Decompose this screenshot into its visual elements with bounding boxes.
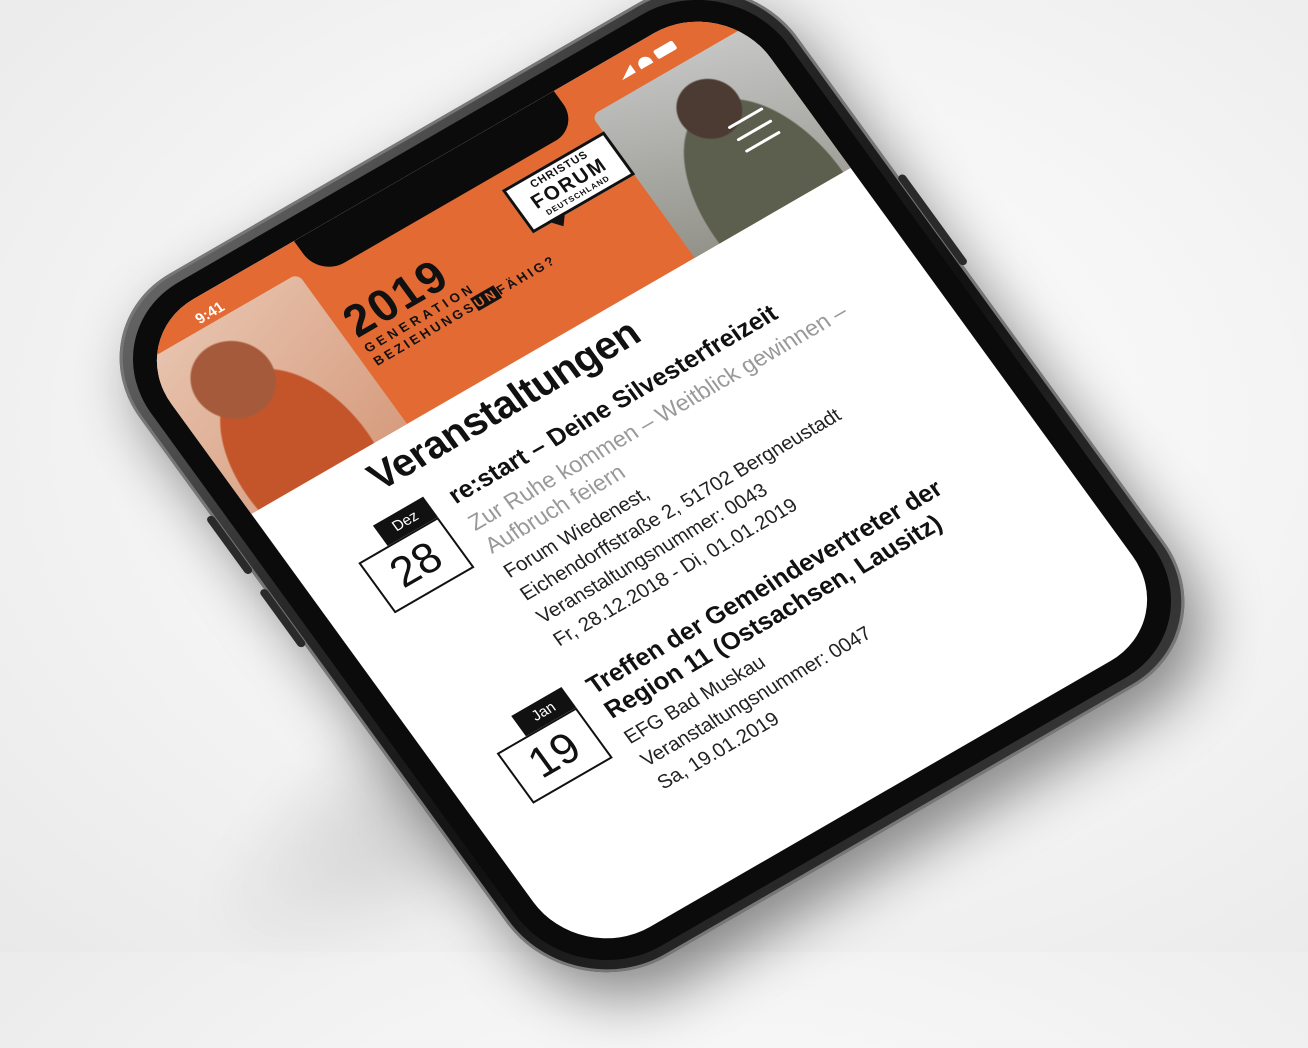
signal-icon [616, 64, 636, 80]
date-day: 28 [358, 516, 475, 614]
wifi-icon [635, 54, 654, 70]
date-day: 19 [496, 707, 613, 804]
battery-icon [652, 40, 678, 60]
status-time: 9:41 [191, 298, 228, 328]
